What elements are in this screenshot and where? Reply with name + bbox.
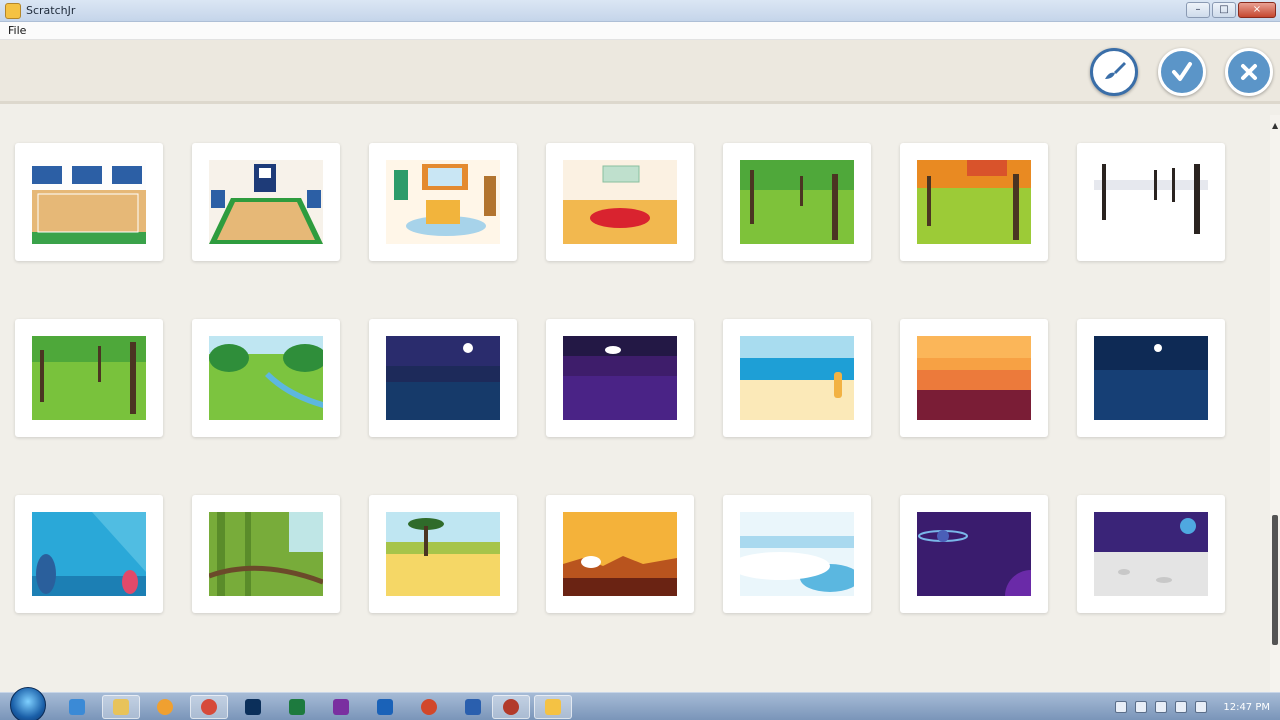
park-thumbnail	[740, 160, 854, 244]
sunset-sea-thumbnail	[917, 336, 1031, 420]
underwater-thumbnail	[32, 512, 146, 596]
background-winter-forest[interactable]	[1077, 143, 1225, 261]
powerpoint-icon	[421, 699, 437, 715]
scratchjr-icon	[545, 699, 561, 715]
tray-volume-icon[interactable]	[1195, 701, 1208, 713]
background-moon[interactable]	[1077, 495, 1225, 613]
winter-forest-thumbnail	[1094, 160, 1208, 244]
background-autumn-forest[interactable]	[900, 143, 1048, 261]
tray-flag-icon[interactable]	[1135, 701, 1148, 713]
savanna-thumbnail	[386, 512, 500, 596]
space-thumbnail	[917, 512, 1031, 596]
recorder-icon	[503, 699, 519, 715]
background-gallery	[0, 107, 1270, 692]
background-park[interactable]	[723, 143, 871, 261]
vertical-scrollbar[interactable]: ▲	[1270, 115, 1280, 693]
taskbar-powerpoint[interactable]	[410, 695, 448, 719]
taskbar-recorder[interactable]	[492, 695, 530, 719]
scroll-thumb[interactable]	[1272, 515, 1278, 645]
moon-thumbnail	[1094, 512, 1208, 596]
tray-network-icon[interactable]	[1175, 701, 1188, 713]
background-desert[interactable]	[546, 495, 694, 613]
basketball-court-thumbnail	[209, 160, 323, 244]
cancel-button[interactable]	[1225, 48, 1273, 96]
background-meadow-stream[interactable]	[192, 319, 340, 437]
paint-editor-button[interactable]	[1090, 48, 1138, 96]
arctic-thumbnail	[740, 512, 854, 596]
paintbrush-icon	[1105, 62, 1126, 79]
photoshop-icon	[245, 699, 261, 715]
maximize-button[interactable]: □	[1212, 2, 1236, 18]
background-arctic[interactable]	[723, 495, 871, 613]
jungle-thumbnail	[209, 512, 323, 596]
taskbar-media[interactable]	[146, 695, 184, 719]
background-space[interactable]	[900, 495, 1048, 613]
night-lake-thumbnail	[386, 336, 500, 420]
taskbar-scratchjr[interactable]	[534, 695, 572, 719]
system-tray: 12:47 PM	[1115, 693, 1270, 720]
menu-bar: File	[0, 22, 1280, 40]
close-icon	[1241, 64, 1257, 80]
room-thumbnail	[563, 160, 677, 244]
window-title-bar: ScratchJr – □ ×	[0, 0, 1280, 22]
window-title: ScratchJr	[26, 4, 76, 17]
chrome-icon	[201, 699, 217, 715]
meadow-stream-thumbnail	[209, 336, 323, 420]
background-room[interactable]	[546, 143, 694, 261]
bedroom-thumbnail	[386, 160, 500, 244]
background-purple-night[interactable]	[546, 319, 694, 437]
library-toolbar	[0, 40, 1280, 104]
taskbar-ie[interactable]	[58, 695, 96, 719]
background-savanna[interactable]	[369, 495, 517, 613]
background-gym[interactable]	[15, 143, 163, 261]
background-night-lake[interactable]	[369, 319, 517, 437]
menu-file[interactable]: File	[8, 24, 26, 37]
background-forest[interactable]	[15, 319, 163, 437]
background-basketball-court[interactable]	[192, 143, 340, 261]
excel-icon	[289, 699, 305, 715]
forest-thumbnail	[32, 336, 146, 420]
desert-thumbnail	[563, 512, 677, 596]
outlook-icon	[377, 699, 393, 715]
app-icon	[5, 3, 21, 19]
gym-thumbnail	[32, 160, 146, 244]
checkmark-icon	[1172, 62, 1192, 81]
taskbar-excel[interactable]	[278, 695, 316, 719]
ie-icon	[69, 699, 85, 715]
taskbar-explorer[interactable]	[102, 695, 140, 719]
media-icon	[157, 699, 173, 715]
background-sunset-sea[interactable]	[900, 319, 1048, 437]
night-sea-thumbnail	[1094, 336, 1208, 420]
taskbar-onenote[interactable]	[322, 695, 360, 719]
onenote-icon	[333, 699, 349, 715]
window-close-button[interactable]: ×	[1238, 2, 1276, 18]
confirm-button[interactable]	[1158, 48, 1206, 96]
purple-night-thumbnail	[563, 336, 677, 420]
background-jungle[interactable]	[192, 495, 340, 613]
taskbar-chrome[interactable]	[190, 695, 228, 719]
taskbar-outlook[interactable]	[366, 695, 404, 719]
background-bedroom[interactable]	[369, 143, 517, 261]
background-night-sea[interactable]	[1077, 319, 1225, 437]
folder-icon	[113, 699, 129, 715]
autumn-forest-thumbnail	[917, 160, 1031, 244]
window-controls: – □ ×	[1186, 2, 1276, 18]
beach-thumbnail	[740, 336, 854, 420]
background-beach[interactable]	[723, 319, 871, 437]
minimize-button[interactable]: –	[1186, 2, 1210, 18]
start-button[interactable]	[10, 687, 46, 720]
taskbar-photoshop[interactable]	[234, 695, 272, 719]
tray-arrow-icon[interactable]	[1115, 701, 1128, 713]
taskbar-word[interactable]	[454, 695, 492, 719]
background-underwater[interactable]	[15, 495, 163, 613]
scroll-up-arrow-icon[interactable]: ▲	[1272, 121, 1278, 130]
windows-taskbar: 12:47 PM	[0, 687, 1280, 720]
word-icon	[465, 699, 481, 715]
clock[interactable]: 12:47 PM	[1223, 702, 1270, 713]
tray-power-icon[interactable]	[1155, 701, 1168, 713]
